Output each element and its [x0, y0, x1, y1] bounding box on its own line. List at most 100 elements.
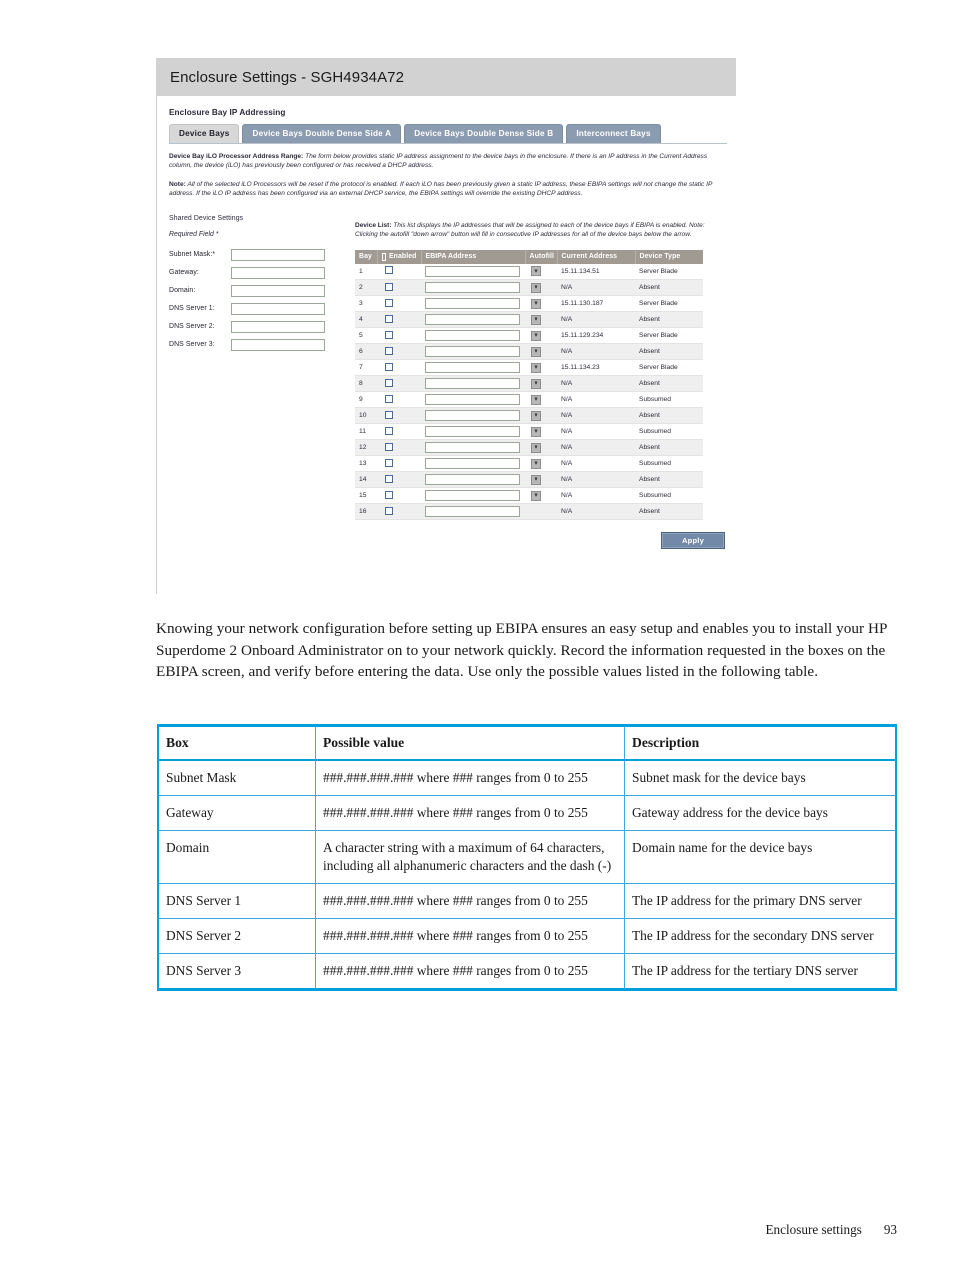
bay-enabled-checkbox[interactable]: [385, 442, 393, 451]
subnet-mask-input[interactable]: [231, 248, 325, 261]
subnet-mask-label: Subnet Mask:*: [169, 251, 216, 259]
gateway-label: Gateway:: [169, 269, 199, 277]
shared-settings-heading: Shared Device Settings: [169, 214, 244, 222]
cell-autofill: ▾: [525, 375, 557, 393]
device-bay-row: 14 ▾ N/A Absent: [355, 471, 703, 489]
device-bay-row: 9 ▾ N/A Subsumed: [355, 391, 703, 409]
tab-device-bays-double-dense-side-a[interactable]: Device Bays Double Dense Side A: [242, 124, 402, 143]
gateway-input[interactable]: [231, 266, 325, 279]
bay-enabled-checkbox[interactable]: [385, 378, 393, 387]
cell-autofill: ▾: [525, 343, 557, 361]
bay-enabled-checkbox[interactable]: [385, 282, 393, 291]
cell-current-address: N/A: [557, 343, 635, 361]
field-row-domain: Domain:: [169, 284, 355, 297]
autofill-down-arrow-icon[interactable]: ▾: [531, 426, 541, 437]
cell-current-address: 15.11.130.187: [557, 295, 635, 313]
tab-device-bays-double-dense-side-b[interactable]: Device Bays Double Dense Side B: [404, 124, 564, 143]
settings-columns: Shared Device Settings Required Field * …: [169, 214, 736, 521]
bay-ebipa-address-input[interactable]: [425, 442, 520, 454]
bay-ebipa-address-input[interactable]: [425, 410, 520, 422]
cell-ebipa-address: [421, 407, 525, 425]
autofill-down-arrow-icon[interactable]: ▾: [531, 442, 541, 453]
bay-enabled-checkbox[interactable]: [385, 394, 393, 403]
bay-ebipa-address-input[interactable]: [425, 490, 520, 502]
autofill-down-arrow-icon[interactable]: ▾: [531, 282, 541, 293]
cell-current-address: 15.11.129.234: [557, 327, 635, 345]
bay-ebipa-address-input[interactable]: [425, 458, 520, 470]
cell-current-address: N/A: [557, 311, 635, 329]
cell-device-type: Absent: [635, 439, 703, 457]
cell-possible-value: ###.###.###.### where ### ranges from 0 …: [315, 883, 625, 919]
cell-current-address: N/A: [557, 471, 635, 489]
bay-enabled-checkbox[interactable]: [385, 362, 393, 371]
device-bay-row: 16 N/A Absent: [355, 503, 703, 521]
tab-interconnect-bays[interactable]: Interconnect Bays: [566, 124, 661, 143]
bay-ebipa-address-input[interactable]: [425, 362, 520, 374]
cell-autofill: ▾: [525, 423, 557, 441]
bay-enabled-checkbox[interactable]: [385, 490, 393, 499]
cell-current-address: N/A: [557, 455, 635, 473]
autofill-down-arrow-icon[interactable]: ▾: [531, 410, 541, 421]
device-bay-row: 6 ▾ N/A Absent: [355, 343, 703, 361]
bay-enabled-checkbox[interactable]: [385, 506, 393, 515]
bay-enabled-checkbox[interactable]: [385, 474, 393, 483]
bay-enabled-checkbox[interactable]: [385, 426, 393, 435]
device-table-header-row: Bay Enabled EBIPA Address Autofill Curre…: [355, 249, 703, 264]
cell-ebipa-address: [421, 439, 525, 457]
data-table-row: DNS Server 3 ###.###.###.### where ### ra…: [157, 953, 897, 991]
autofill-down-arrow-icon[interactable]: ▾: [531, 346, 541, 357]
domain-input[interactable]: [231, 284, 325, 297]
bay-enabled-checkbox[interactable]: [385, 410, 393, 419]
cell-autofill: ▾: [525, 295, 557, 313]
autofill-down-arrow-icon[interactable]: ▾: [531, 474, 541, 485]
autofill-down-arrow-icon[interactable]: ▾: [531, 394, 541, 405]
bay-ebipa-address-input[interactable]: [425, 426, 520, 438]
bay-enabled-checkbox[interactable]: [385, 346, 393, 355]
autofill-down-arrow-icon[interactable]: ▾: [531, 458, 541, 469]
bay-ebipa-address-input[interactable]: [425, 314, 520, 326]
bay-ebipa-address-input[interactable]: [425, 378, 520, 390]
field-row-subnet-mask: Subnet Mask:*: [169, 248, 355, 261]
device-list-note-lead: Device List:: [355, 222, 392, 230]
bay-ebipa-address-input[interactable]: [425, 394, 520, 406]
bay-enabled-checkbox[interactable]: [385, 266, 393, 275]
tab-device-bays[interactable]: Device Bays: [169, 124, 240, 143]
bay-ebipa-address-input[interactable]: [425, 330, 520, 342]
bay-enabled-checkbox[interactable]: [385, 330, 393, 339]
cell-description: The IP address for the primary DNS serve…: [624, 883, 897, 919]
tab-bar: Device Bays Device Bays Double Dense Sid…: [169, 124, 727, 144]
autofill-down-arrow-icon[interactable]: ▾: [531, 330, 541, 341]
autofill-down-arrow-icon[interactable]: ▾: [531, 266, 541, 277]
enabled-all-checkbox[interactable]: [381, 252, 386, 261]
autofill-down-arrow-icon[interactable]: ▾: [531, 314, 541, 325]
bay-ebipa-address-input[interactable]: [425, 282, 520, 294]
cell-ebipa-address: [421, 503, 525, 521]
apply-button[interactable]: Apply: [661, 532, 725, 550]
dns-server-2-input[interactable]: [231, 320, 325, 333]
autofill-down-arrow-icon[interactable]: ▾: [531, 362, 541, 373]
bay-enabled-checkbox[interactable]: [385, 458, 393, 467]
cell-bay: 11: [355, 423, 377, 441]
bay-ebipa-address-input[interactable]: [425, 506, 520, 518]
cell-autofill: ▾: [525, 487, 557, 505]
autofill-down-arrow-icon[interactable]: ▾: [531, 490, 541, 501]
screenshot-body: Enclosure Bay IP Addressing Device Bays …: [156, 96, 736, 594]
field-row-dns-server-2: DNS Server 2:: [169, 320, 355, 333]
cell-device-type: Subsumed: [635, 391, 703, 409]
cell-enabled: [377, 455, 421, 473]
bay-enabled-checkbox[interactable]: [385, 314, 393, 323]
autofill-down-arrow-icon[interactable]: ▾: [531, 378, 541, 389]
device-bay-row: 8 ▾ N/A Absent: [355, 375, 703, 393]
dns-server-3-input[interactable]: [231, 338, 325, 351]
bay-ebipa-address-input[interactable]: [425, 346, 520, 358]
possible-values-table-wrap: Box Possible value Description Subnet Ma…: [157, 724, 897, 991]
bay-ebipa-address-input[interactable]: [425, 298, 520, 310]
cell-ebipa-address: [421, 343, 525, 361]
bay-enabled-checkbox[interactable]: [385, 298, 393, 307]
dns-server-1-input[interactable]: [231, 302, 325, 315]
cell-description: The IP address for the secondary DNS ser…: [624, 918, 897, 954]
autofill-down-arrow-icon[interactable]: ▾: [531, 298, 541, 309]
bay-ebipa-address-input[interactable]: [425, 265, 520, 277]
field-row-gateway: Gateway:: [169, 266, 355, 279]
bay-ebipa-address-input[interactable]: [425, 474, 520, 486]
